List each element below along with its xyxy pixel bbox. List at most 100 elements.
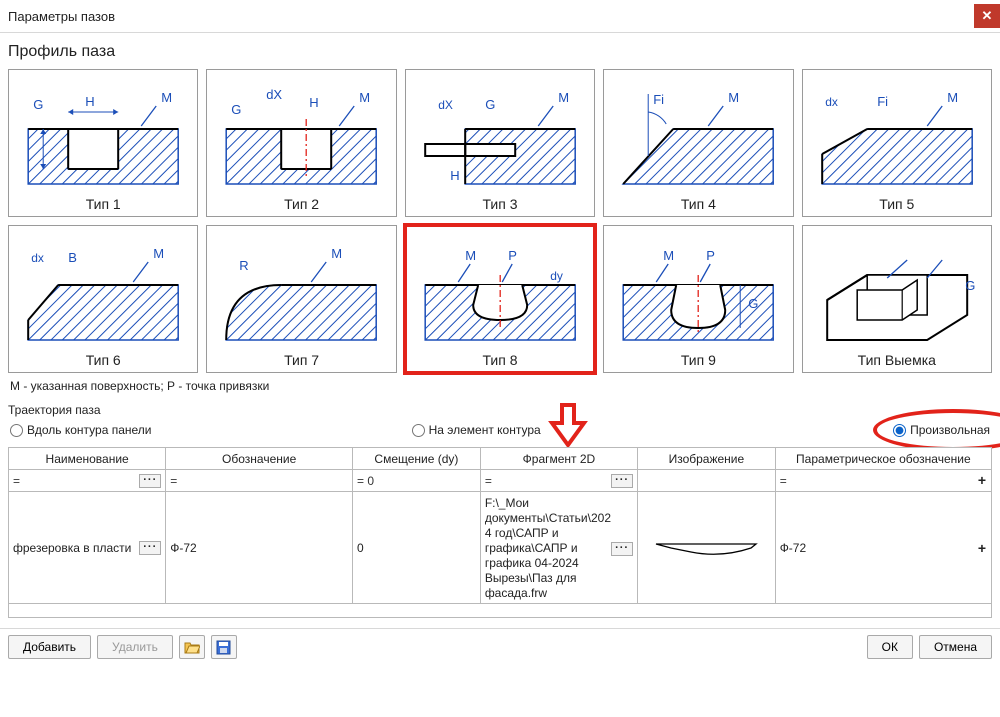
profile-icon-type6: dx B M <box>13 230 193 350</box>
titlebar: Параметры пазов ✕ <box>0 0 1000 33</box>
svg-text:dx: dx <box>825 95 838 109</box>
profile-icon-type9: M P G <box>608 230 788 350</box>
save-button[interactable] <box>211 635 237 659</box>
svg-text:M: M <box>153 246 164 261</box>
svg-text:Fi: Fi <box>653 92 664 107</box>
svg-text:H: H <box>310 95 319 110</box>
svg-text:P: P <box>706 248 715 263</box>
col-fragment2d[interactable]: Фрагмент 2D <box>480 448 637 470</box>
svg-text:dy: dy <box>550 269 563 283</box>
ellipsis-button[interactable]: ··· <box>139 474 161 488</box>
col-image[interactable]: Изображение <box>638 448 776 470</box>
svg-text:G: G <box>748 296 758 311</box>
profile-label: Тип 4 <box>608 194 788 214</box>
cancel-button[interactable]: Отмена <box>919 635 992 659</box>
profile-tile-type1[interactable]: G H M Тип 1 <box>8 69 198 217</box>
svg-text:M: M <box>465 248 476 263</box>
col-designation[interactable]: Обозначение <box>166 448 353 470</box>
svg-text:B: B <box>68 250 77 265</box>
cell-offset[interactable]: 0 <box>353 492 481 604</box>
trajectory-label: Траектория паза <box>8 403 992 417</box>
close-icon[interactable]: ✕ <box>974 4 1000 28</box>
delete-button[interactable]: Удалить <box>97 635 173 659</box>
svg-text:M: M <box>161 90 172 105</box>
profile-label: Тип 1 <box>13 194 193 214</box>
ellipsis-button[interactable]: ··· <box>139 541 161 555</box>
profile-tile-type-vyemka[interactable]: G Тип Выемка <box>802 225 992 373</box>
cell-paramdes[interactable]: Ф-72 + <box>775 492 991 604</box>
plus-button[interactable]: + <box>975 472 989 488</box>
profile-label: Тип 9 <box>608 350 788 370</box>
profile-tile-type5[interactable]: dx Fi M Тип 5 <box>802 69 992 217</box>
cell-designation[interactable]: Ф-72 <box>166 492 353 604</box>
filter-name[interactable]: =··· <box>9 470 166 492</box>
svg-text:G: G <box>33 97 43 112</box>
profile-tile-type3[interactable]: dX G M H Тип 3 <box>405 69 595 217</box>
svg-text:G: G <box>485 97 495 112</box>
radio-along-contour[interactable]: Вдоль контура панели <box>10 423 406 437</box>
ellipsis-button[interactable]: ··· <box>611 474 633 488</box>
profile-label: Тип 3 <box>410 194 590 214</box>
ok-button[interactable]: ОК <box>867 635 913 659</box>
table-row[interactable]: фрезеровка в пласти··· Ф-72 0 F:\_Мои до… <box>9 492 992 604</box>
svg-text:Fi: Fi <box>877 94 888 109</box>
profile-label: Тип 7 <box>211 350 391 370</box>
svg-text:M: M <box>663 248 674 263</box>
radio-arbitrary[interactable]: Произвольная <box>893 423 990 437</box>
filter-offset[interactable]: = 0 <box>353 470 481 492</box>
svg-text:dX: dX <box>267 87 283 102</box>
folder-open-icon <box>184 640 200 654</box>
legend-text: М - указанная поверхность; Р - точка при… <box>10 379 992 393</box>
profile-tile-type9[interactable]: M P G Тип 9 <box>603 225 793 373</box>
cell-image[interactable] <box>638 492 776 604</box>
profile-grid: G H M Тип 1 G dX H <box>8 69 992 373</box>
profile-label: Тип 2 <box>211 194 391 214</box>
svg-text:G: G <box>965 278 975 293</box>
svg-text:dx: dx <box>31 251 44 265</box>
filter-paramdes[interactable]: = + <box>775 470 991 492</box>
profile-label: Тип Выемка <box>807 350 987 370</box>
col-offset[interactable]: Смещение (dy) <box>353 448 481 470</box>
profile-icon-type5: dx Fi M <box>807 74 987 194</box>
svg-text:dX: dX <box>438 98 453 112</box>
cell-name[interactable]: фрезеровка в пласти··· <box>9 492 166 604</box>
svg-text:M: M <box>728 90 739 105</box>
profile-tile-type6[interactable]: dx B M Тип 6 <box>8 225 198 373</box>
add-button[interactable]: Добавить <box>8 635 91 659</box>
svg-text:H: H <box>450 168 459 183</box>
radio-arbitrary-label: Произвольная <box>910 423 990 437</box>
svg-text:M: M <box>360 90 371 105</box>
trajectory-radios: Вдоль контура панели На элемент контура … <box>8 421 992 441</box>
profile-label: Тип 5 <box>807 194 987 214</box>
profile-icon-type7: R M <box>211 230 391 350</box>
col-paramdes[interactable]: Параметрическое обозначение <box>775 448 991 470</box>
profile-tile-type4[interactable]: Fi M Тип 4 <box>603 69 793 217</box>
profile-tile-type7[interactable]: R M Тип 7 <box>206 225 396 373</box>
profile-tile-type2[interactable]: G dX H M Тип 2 <box>206 69 396 217</box>
radio-onelement-label: На элемент контура <box>429 423 541 437</box>
svg-text:H: H <box>85 94 94 109</box>
profile-thumb-icon <box>651 534 761 562</box>
profile-label: Тип 8 <box>410 350 590 370</box>
filter-designation[interactable]: = <box>166 470 353 492</box>
open-folder-button[interactable] <box>179 635 205 659</box>
radio-on-element[interactable]: На элемент контура <box>412 423 808 437</box>
svg-text:M: M <box>558 90 569 105</box>
svg-text:M: M <box>332 246 343 261</box>
cell-fragment2d[interactable]: F:\_Мои документы\Статьи\2024 год\САПР и… <box>480 492 637 604</box>
filter-image[interactable] <box>638 470 776 492</box>
col-name[interactable]: Наименование <box>9 448 166 470</box>
profile-tile-type8[interactable]: M P dy Тип 8 <box>405 225 595 373</box>
window-title: Параметры пазов <box>8 9 115 24</box>
radio-along-label: Вдоль контура панели <box>27 423 152 437</box>
profile-icon-type4: Fi M <box>608 74 788 194</box>
svg-text:M: M <box>947 90 958 105</box>
profile-label: Тип 6 <box>13 350 193 370</box>
ellipsis-button[interactable]: ··· <box>611 542 633 556</box>
plus-button[interactable]: + <box>975 540 989 556</box>
profile-icon-type2: G dX H M <box>211 74 391 194</box>
filter-fragment2d[interactable]: =··· <box>480 470 637 492</box>
slots-table: Наименование Обозначение Смещение (dy) Ф… <box>8 447 992 618</box>
table-empty-row <box>9 604 992 618</box>
profile-icon-type1: G H M <box>13 74 193 194</box>
